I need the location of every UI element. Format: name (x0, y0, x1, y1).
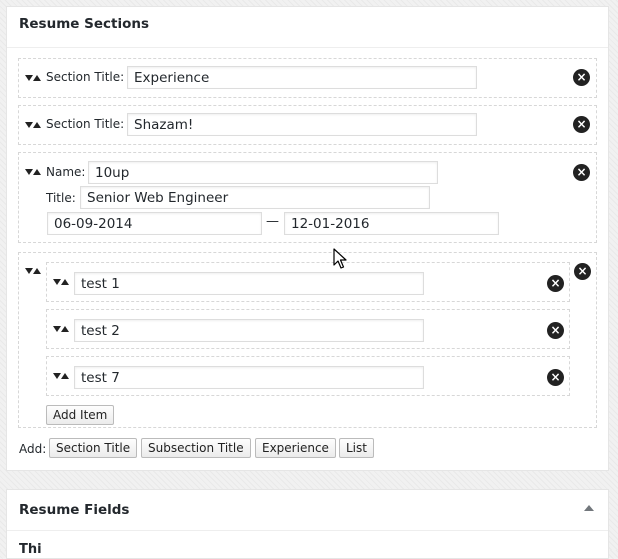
section-title-label: Section Title: (46, 70, 125, 84)
sort-handle-icon[interactable] (25, 74, 43, 82)
remove-circle-icon[interactable]: × (573, 116, 590, 133)
list-block: × × × × Add Item (18, 252, 597, 428)
resume-sections-title: Resume Sections (19, 16, 150, 32)
remove-circle-icon[interactable]: × (547, 322, 564, 339)
list-item-input[interactable] (74, 319, 424, 342)
section-title-label: Section Title: (46, 117, 125, 131)
experience-block: Name: Title: — × (18, 152, 597, 243)
list-item: × (46, 309, 570, 349)
resume-sections-header[interactable]: Resume Sections (7, 7, 608, 48)
sort-handle-icon[interactable] (25, 267, 43, 275)
remove-circle-icon[interactable]: × (574, 263, 591, 280)
remove-circle-icon[interactable]: × (547, 275, 564, 292)
list-item: × (46, 356, 570, 396)
resume-fields-header[interactable]: Resume Fields (7, 490, 608, 531)
remove-circle-icon[interactable]: × (573, 164, 590, 181)
resume-sections-box: Resume Sections Section Title: × Section… (6, 6, 609, 471)
sort-handle-icon[interactable] (53, 372, 71, 380)
remove-circle-icon[interactable]: × (573, 69, 590, 86)
list-item: × (46, 262, 570, 302)
end-date-input[interactable] (284, 212, 499, 235)
sort-handle-icon[interactable] (25, 121, 43, 129)
sort-handle-icon[interactable] (53, 278, 71, 286)
list-item-input[interactable] (74, 366, 424, 389)
experience-title-input[interactable] (80, 186, 430, 209)
experience-title-label: Title: (46, 191, 76, 205)
add-label: Add: (19, 442, 47, 456)
start-date-input[interactable] (47, 212, 262, 235)
add-item-button[interactable]: Add Item (46, 405, 115, 425)
resume-fields-box: Resume Fields Thi (6, 489, 609, 559)
section-title-input[interactable] (127, 66, 477, 89)
add-experience-button[interactable]: Experience (255, 438, 336, 458)
sort-handle-icon[interactable] (25, 168, 43, 176)
experience-name-input[interactable] (88, 161, 438, 184)
add-list-button[interactable]: List (339, 438, 374, 458)
section-title-block-2: Section Title: × (18, 105, 597, 145)
mouse-pointer-icon (333, 248, 347, 269)
resume-fields-title: Resume Fields (19, 502, 130, 518)
remove-circle-icon[interactable]: × (547, 369, 564, 386)
add-section-title-button[interactable]: Section Title (49, 438, 138, 458)
section-title-block-1: Section Title: × (18, 58, 597, 98)
add-subsection-title-button[interactable]: Subsection Title (141, 438, 251, 458)
experience-name-label: Name: (46, 165, 86, 179)
date-range-separator: — (266, 214, 279, 229)
sort-handle-icon[interactable] (53, 325, 71, 333)
triangle-up-icon[interactable] (584, 505, 594, 511)
section-title-input[interactable] (127, 113, 477, 136)
list-item-input[interactable] (74, 272, 424, 295)
